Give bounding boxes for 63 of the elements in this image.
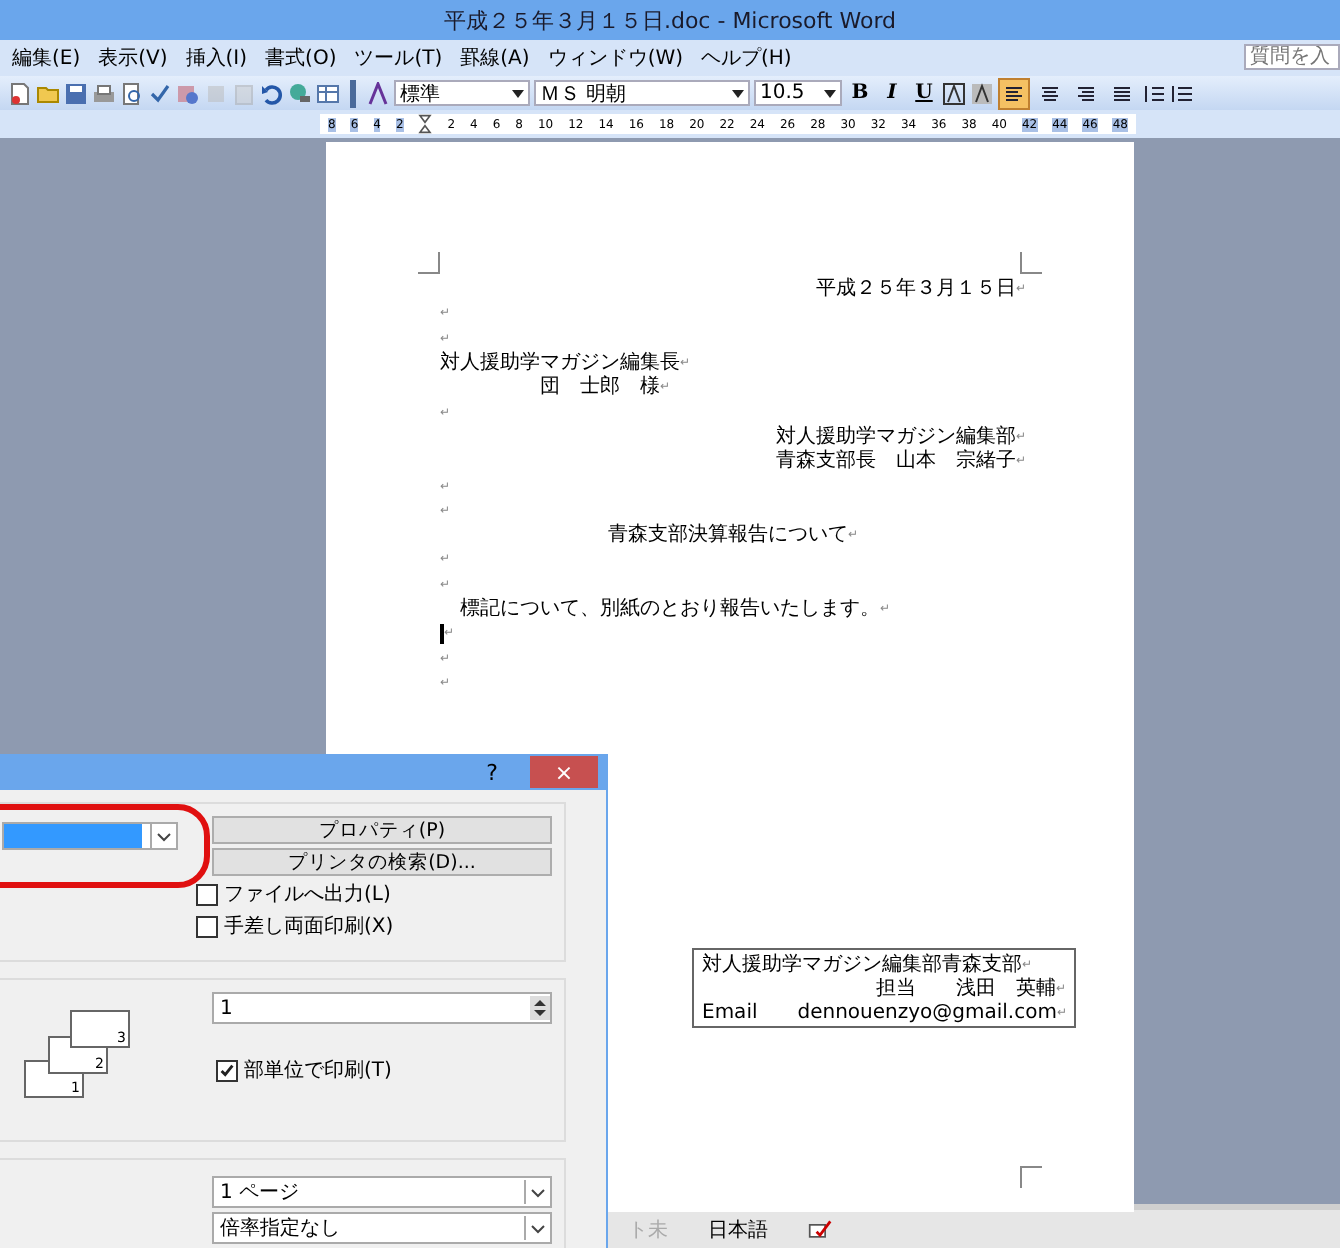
undo-icon[interactable] <box>260 81 284 105</box>
spelling-status-icon <box>808 1217 832 1241</box>
format-button[interactable]: U <box>910 79 938 107</box>
menu-item[interactable]: ヘルプ(H) <box>701 44 792 72</box>
font-dropdown[interactable]: ＭＳ 明朝 <box>534 80 750 106</box>
menu-item[interactable]: ツール(T) <box>354 44 443 72</box>
open-folder-icon[interactable] <box>36 81 60 105</box>
status-text: ト未 <box>628 1217 668 1243</box>
printer-dropdown[interactable] <box>2 822 178 850</box>
document-text: 標記について、別紙のとおり報告いたします。 <box>458 598 880 622</box>
help-button[interactable]: ? <box>486 760 498 786</box>
checkbox-label: ファイルへ出力(L) <box>224 881 391 908</box>
menu-item[interactable]: 表示(V) <box>98 44 168 72</box>
menu-item[interactable]: 罫線(A) <box>460 44 530 72</box>
document-text: 平成２５年３月１５日 <box>815 278 1016 303</box>
pages-per-sheet-dropdown[interactable]: 1 ページ <box>212 1176 552 1208</box>
dropdown-arrow-icon <box>524 1216 550 1240</box>
document-text: 団 士郎 様 <box>538 376 660 401</box>
numbered-list-icon[interactable] <box>1170 81 1194 105</box>
menu-item[interactable]: 書式(O) <box>265 44 337 72</box>
document-text: Email dennouenzyo@gmail.com <box>702 1000 1057 1026</box>
char-shading-icon[interactable] <box>970 81 994 105</box>
document-text: 青森支部決算報告について <box>607 524 848 549</box>
dialog-button[interactable]: プロパティ(P) <box>212 816 552 844</box>
copies-field[interactable]: 1 <box>212 992 552 1024</box>
indent-marker[interactable] <box>418 114 433 134</box>
document-text: 担当 浅田 英輔 <box>875 975 1056 1002</box>
style-dropdown[interactable]: 標準 <box>394 80 530 106</box>
checkbox[interactable] <box>196 915 218 937</box>
print-icon[interactable] <box>92 81 116 105</box>
save-icon[interactable] <box>64 81 88 105</box>
document-text: 青森支部長 山本 宗緒子 <box>775 450 1016 475</box>
checkbox[interactable] <box>216 1059 238 1081</box>
document-text: 対人援助学マガジン編集部 <box>775 425 1016 449</box>
font-size-dropdown[interactable]: 10.5 <box>754 80 842 106</box>
spin-arrows-icon[interactable] <box>530 996 550 1020</box>
checkbox-label: 手差し両面印刷(X) <box>224 913 394 940</box>
document-text: 対人援助学マガジン編集長 <box>440 352 680 375</box>
dropdown-arrow-icon <box>824 89 836 97</box>
dropdown-arrow-icon <box>732 89 744 97</box>
document-text: 対人援助学マガジン編集部青森支部 <box>702 951 1022 977</box>
align-icon[interactable] <box>998 77 1030 109</box>
help-search-field[interactable]: 質問を入 <box>1244 44 1340 70</box>
scale-dropdown[interactable]: 倍率指定なし <box>212 1212 552 1244</box>
status-text: 日本語 <box>708 1217 768 1243</box>
format-button[interactable]: I <box>878 79 906 107</box>
menu-item[interactable]: 編集(E) <box>12 44 81 72</box>
spelling-check-icon[interactable] <box>148 81 172 105</box>
dropdown-arrow-icon <box>524 1180 550 1204</box>
window-title: 平成２５年３月１５日.doc - Microsoft Word <box>443 5 897 35</box>
print-preview-icon[interactable] <box>120 81 144 105</box>
menu-item[interactable]: ウィンドウ(W) <box>547 44 684 72</box>
dropdown-arrow-icon <box>512 89 524 97</box>
menu-item[interactable]: 挿入(I) <box>185 44 248 72</box>
line-spacing-icon[interactable] <box>1142 81 1166 105</box>
close-button[interactable]: × <box>530 756 598 788</box>
checkbox[interactable] <box>196 883 218 905</box>
format-button[interactable]: B <box>846 79 874 107</box>
table-icon[interactable] <box>316 81 340 105</box>
dialog-button[interactable]: プリンタの検索(D)... <box>212 848 552 876</box>
new-document-icon[interactable] <box>8 81 32 105</box>
char-border-icon[interactable] <box>942 81 966 105</box>
checkbox-label: 部単位で印刷(T) <box>244 1057 392 1084</box>
